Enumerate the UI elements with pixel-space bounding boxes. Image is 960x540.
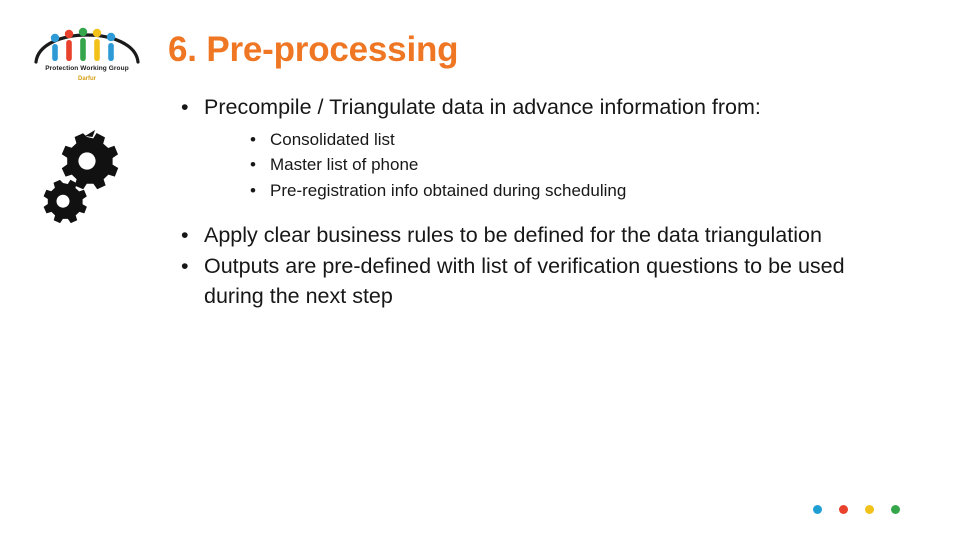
page-title: 6. Pre-processing xyxy=(168,30,459,69)
list-item: • Precompile / Triangulate data in advan… xyxy=(168,92,908,204)
bullet-glyph: • xyxy=(181,223,189,247)
bullet-glyph: • xyxy=(181,95,189,119)
gears-icon xyxy=(43,130,119,224)
dot-yellow xyxy=(865,505,874,514)
list-item: • Consolidated list xyxy=(204,127,908,153)
bullet-glyph: • xyxy=(250,181,256,201)
list-item-text: Outputs are pre-defined with list of ver… xyxy=(204,253,845,309)
spacer xyxy=(168,204,908,220)
dot-green xyxy=(891,505,900,514)
list-item: • Master list of phone xyxy=(204,152,908,178)
list-item: • Pre-registration info obtained during … xyxy=(204,178,908,204)
list-item-text: Pre-registration info obtained during sc… xyxy=(270,181,627,201)
logo-subcaption: Darfur xyxy=(77,76,96,82)
gears-graphic xyxy=(30,130,140,235)
logo-caption: Protection Working Group xyxy=(45,65,129,72)
slide-body: • Precompile / Triangulate data in advan… xyxy=(168,92,908,312)
list-item-text: Precompile / Triangulate data in advance… xyxy=(204,95,761,119)
list-item-text: Apply clear business rules to be defined… xyxy=(204,223,822,247)
bullet-glyph: • xyxy=(250,129,256,149)
list-item: • Outputs are pre-defined with list of v… xyxy=(168,251,908,312)
list-item-text: Master list of phone xyxy=(270,155,419,175)
bullet-list-level2: • Consolidated list • Master list of pho… xyxy=(204,127,908,204)
bullet-glyph: • xyxy=(250,155,256,175)
bullet-list-level1: • Precompile / Triangulate data in advan… xyxy=(168,92,908,312)
logo: Protection Working Group Darfur xyxy=(22,18,152,93)
bullet-glyph: • xyxy=(181,253,189,278)
footer-dots xyxy=(813,505,900,514)
list-item-text: Consolidated list xyxy=(270,129,395,149)
dot-red xyxy=(839,505,848,514)
dot-blue xyxy=(813,505,822,514)
slide: Protection Working Group Darfur 6. Pre-p… xyxy=(0,0,960,540)
protection-working-group-logo-icon xyxy=(34,27,140,64)
list-item: • Apply clear business rules to be defin… xyxy=(168,220,908,251)
